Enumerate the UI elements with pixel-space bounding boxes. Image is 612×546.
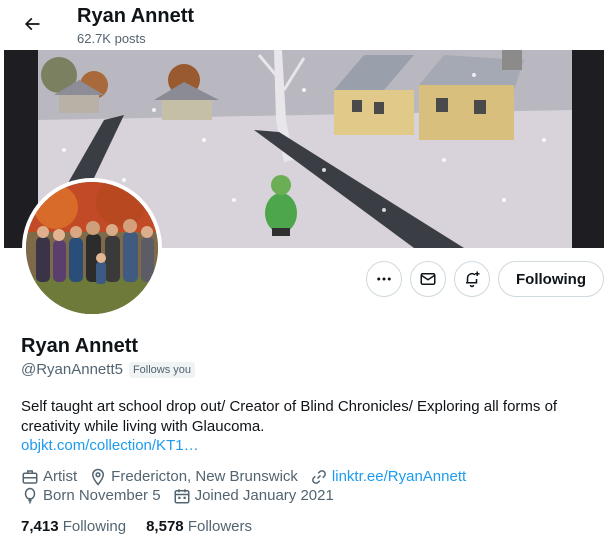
subscribe-notifications-button[interactable] [454,261,491,297]
joined-label: Joined January 2021 [194,487,334,504]
profile-handle: @RyanAnnett5 [21,361,123,378]
profession-item: Artist [21,467,77,487]
profession-label: Artist [43,468,78,485]
header-posts-count: 62.7K posts [77,31,146,46]
message-button[interactable] [410,261,447,297]
profile-name: Ryan Annett [21,335,139,357]
back-button[interactable] [17,9,47,39]
notification-bell-plus-icon [466,271,480,288]
follows-you-badge: Follows you [128,361,196,378]
website-link[interactable]: linktr.ee/RyanAnnett [332,467,466,487]
profile-meta-row-1: Artist Fredericton, New Brunswick linktr… [21,467,478,487]
profile-bio: Self taught art school drop out/ Creator… [21,398,558,435]
mail-icon [420,273,436,285]
more-button[interactable] [366,261,403,297]
more-horizontal-icon [377,277,391,281]
birthday-item: Born November 5 [21,486,161,506]
handle-row: @RyanAnnett5 Follows you [21,361,196,378]
briefcase-icon [22,470,38,484]
following-button[interactable]: Following [498,261,604,297]
followers-stat-label: Followers [187,518,252,535]
website-item: linktr.ee/RyanAnnett [310,467,466,487]
followers-stat[interactable]: 8,578 Followers [146,517,252,537]
avatar-photo [26,182,158,314]
arrow-left-icon [24,17,40,31]
profile-header: Ryan Annett 62.7K posts [0,0,612,50]
profile-stats: 7,413 Following 8,578 Followers [21,517,272,537]
balloon-icon [24,487,36,504]
bio-link[interactable]: objkt.com/collection/KT1… [21,436,199,456]
following-stat-label: Following [62,518,127,535]
following-count: 7,413 [21,518,59,535]
joined-item: Joined January 2021 [173,486,334,506]
location-pin-icon [92,468,105,486]
profile-actions: Following [366,261,604,297]
calendar-icon [174,489,190,504]
profile-meta-row-2: Born November 5 Joined January 2021 [21,486,346,506]
birthday-label: Born November 5 [43,487,161,504]
header-title: Ryan Annett [77,5,195,27]
followers-count: 8,578 [146,518,184,535]
link-icon [311,470,326,484]
location-label: Fredericton, New Brunswick [111,468,298,485]
location-item: Fredericton, New Brunswick [89,467,298,487]
following-stat[interactable]: 7,413 Following [21,517,126,537]
profile-avatar[interactable] [22,178,162,318]
